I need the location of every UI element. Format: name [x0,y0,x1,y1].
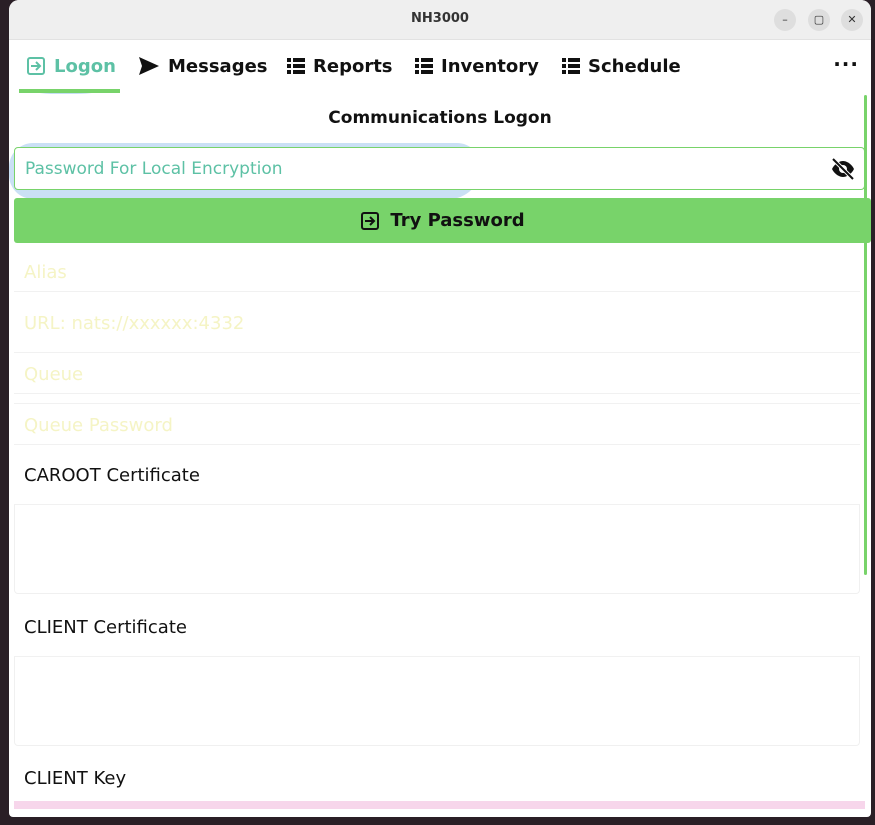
tab-inventory[interactable]: Inventory [415,50,539,82]
alias-input[interactable]: Alias [24,262,860,283]
client-key-label: CLIENT Key [24,768,127,789]
tab-label: Inventory [441,55,539,77]
try-password-label: Try Password [390,210,525,231]
scrollbar[interactable] [864,95,867,575]
client-key-input-edge[interactable] [14,801,865,809]
maximize-button[interactable]: ▢ [808,9,830,31]
close-button[interactable]: ✕ [841,9,863,31]
tab-label: Reports [313,55,393,77]
try-password-button[interactable]: Try Password [14,198,871,243]
tab-bar: Logon Messages Reports Inventory Schedul… [9,40,871,93]
divider [14,393,860,394]
queue-password-input[interactable]: Queue Password [24,415,860,436]
tab-logon[interactable]: Logon [26,50,116,82]
password-field [14,147,865,190]
list-icon [287,58,305,74]
page-title: Communications Logon [328,108,552,128]
url-input[interactable]: URL: nats://xxxxxx:4332 [24,313,860,334]
list-icon [562,58,580,74]
minimize-button[interactable]: – [774,9,796,31]
window-title: NH3000 [411,11,469,26]
client-certificate-label: CLIENT Certificate [24,617,187,638]
divider [14,403,860,404]
caroot-certificate-input[interactable] [14,505,860,594]
login-icon [27,57,45,75]
divider [14,444,860,445]
active-tab-indicator [19,89,120,93]
client-certificate-input[interactable] [14,657,860,746]
send-icon [139,57,159,75]
more-options-button[interactable]: ··· [833,52,859,76]
tab-label: Logon [54,55,116,77]
list-icon [415,58,433,74]
divider [14,352,860,353]
password-input[interactable] [25,158,805,180]
login-icon [361,211,380,230]
title-bar: NH3000 – ▢ ✕ [9,0,871,40]
queue-input[interactable]: Queue [24,364,860,385]
caroot-certificate-label: CAROOT Certificate [24,465,200,486]
tab-schedule[interactable]: Schedule [562,50,681,82]
tab-reports[interactable]: Reports [287,50,393,82]
tab-label: Schedule [588,55,681,77]
tab-messages[interactable]: Messages [138,50,268,82]
app-window: NH3000 – ▢ ✕ Logon Messages Reports Inve… [9,0,871,817]
divider [14,291,860,292]
tab-label: Messages [168,55,268,77]
eye-off-icon[interactable] [830,157,856,181]
